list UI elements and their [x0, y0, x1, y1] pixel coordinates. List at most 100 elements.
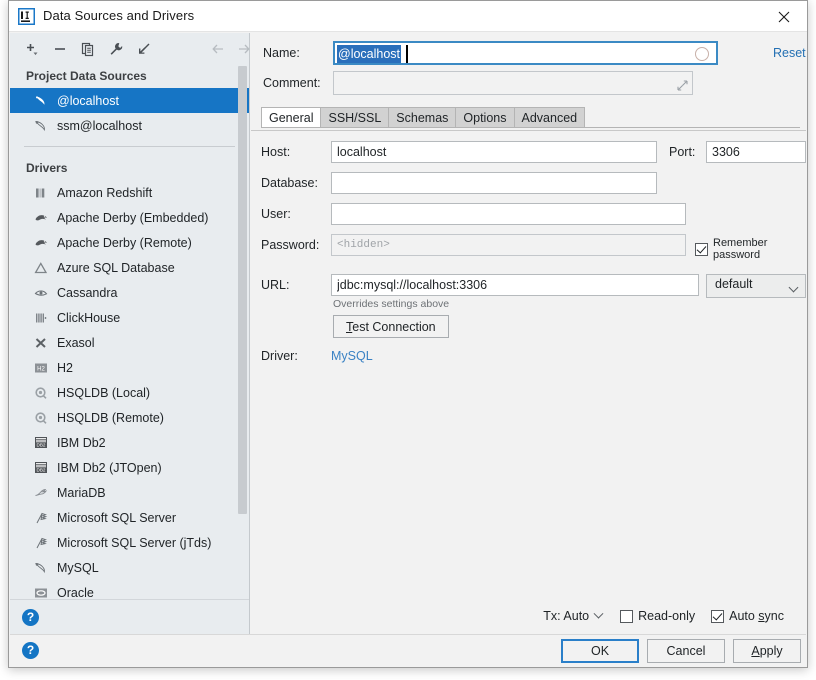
driver-item-ibm-db2-jtopen[interactable]: DB2 IBM Db2 (JTOpen)	[10, 455, 249, 480]
driver-item-apache-derby-embedded[interactable]: Apache Derby (Embedded)	[10, 205, 249, 230]
password-label: Password:	[261, 238, 320, 252]
url-mode-value: default	[715, 277, 753, 291]
test-connection-button[interactable]: Test Connection	[333, 315, 449, 338]
driver-item-hsqldb-remote[interactable]: HSQLDB (Remote)	[10, 405, 249, 430]
user-input[interactable]	[331, 203, 686, 225]
transaction-mode-select[interactable]: Tx: Auto	[543, 608, 604, 623]
sidebar-item-localhost[interactable]: @localhost	[10, 88, 249, 113]
derby-icon	[32, 210, 50, 226]
driver-label: Apache Derby (Embedded)	[57, 210, 209, 225]
sidebar-divider	[24, 146, 235, 147]
driver-item-hsqldb-local[interactable]: HSQLDB (Local)	[10, 380, 249, 405]
mariadb-seal-icon	[32, 485, 50, 501]
sidebar-item-label: ssm@localhost	[57, 118, 142, 133]
user-label: User:	[261, 207, 291, 221]
comment-label: Comment:	[263, 76, 321, 90]
mssql-icon	[32, 535, 50, 551]
hsqldb-icon	[32, 385, 50, 401]
close-icon[interactable]	[761, 1, 807, 32]
driver-item-clickhouse[interactable]: ClickHouse	[10, 305, 249, 330]
url-mode-select[interactable]: default	[706, 274, 806, 298]
svg-text:DB2: DB2	[37, 443, 46, 448]
database-label: Database:	[261, 176, 318, 190]
tab-ssh-ssl[interactable]: SSH/SSL	[320, 107, 390, 128]
sidebar-scrollbar-thumb[interactable]	[238, 66, 247, 514]
tab-advanced[interactable]: Advanced	[513, 107, 586, 128]
host-input[interactable]	[331, 141, 657, 163]
driver-item-ibm-db2[interactable]: DB2 IBM Db2	[10, 430, 249, 455]
db2-icon: DB2	[32, 460, 50, 476]
wrench-icon[interactable]	[106, 39, 126, 59]
intellij-idea-icon	[18, 8, 35, 25]
redshift-icon	[32, 185, 50, 201]
sidebar: Project Data Sources @localhost ssm@loca…	[10, 33, 250, 635]
back-button[interactable]	[208, 39, 228, 59]
remember-password-checkbox[interactable]: Remember password	[695, 237, 806, 261]
test-connection-label: est Connection	[352, 320, 436, 334]
driver-item-azure-sql-database[interactable]: Azure SQL Database	[10, 255, 249, 280]
driver-item-microsoft-sql-server-jtds[interactable]: Microsoft SQL Server (jTds)	[10, 530, 249, 555]
svg-text:DB2: DB2	[37, 468, 46, 473]
apply-button[interactable]: Apply	[733, 639, 801, 663]
auto-sync-checkbox[interactable]: Auto sync	[711, 609, 784, 623]
db2-icon: DB2	[32, 435, 50, 451]
driver-item-exasol[interactable]: Exasol	[10, 330, 249, 355]
help-icon[interactable]: ?	[22, 642, 39, 659]
mysql-dolphin-icon	[32, 93, 50, 109]
driver-item-apache-derby-remote[interactable]: Apache Derby (Remote)	[10, 230, 249, 255]
driver-label: Microsoft SQL Server (jTds)	[57, 535, 212, 550]
driver-item-mysql[interactable]: MySQL	[10, 555, 249, 580]
driver-item-microsoft-sql-server[interactable]: Microsoft SQL Server	[10, 505, 249, 530]
tab-schemas[interactable]: Schemas	[388, 107, 457, 128]
h2-icon: H2	[32, 360, 50, 376]
checkbox-box	[711, 609, 725, 623]
cancel-button[interactable]: Cancel	[647, 639, 725, 663]
driver-item-oracle[interactable]: Oracle	[10, 580, 249, 599]
port-label: Port:	[669, 145, 696, 159]
import-arrow-icon[interactable]	[134, 39, 154, 59]
driver-label: H2	[57, 360, 73, 375]
driver-label: Oracle	[57, 585, 94, 600]
reset-link[interactable]: Reset	[773, 46, 806, 60]
sidebar-item-ssm-localhost[interactable]: ssm@localhost	[10, 113, 249, 138]
password-input[interactable]: <hidden>	[331, 234, 686, 256]
url-label: URL:	[261, 278, 290, 292]
driver-item-cassandra[interactable]: Cassandra	[10, 280, 249, 305]
driver-link[interactable]: MySQL	[331, 349, 373, 363]
driver-label: Azure SQL Database	[57, 260, 175, 275]
sidebar-footer: ?	[10, 599, 249, 635]
driver-label: Exasol	[57, 335, 95, 350]
name-input[interactable]: @localhost	[333, 41, 718, 65]
exasol-x-icon	[32, 335, 50, 351]
help-icon[interactable]: ?	[22, 609, 39, 626]
driver-label: Microsoft SQL Server	[57, 510, 177, 525]
driver-label: Amazon Redshift	[57, 185, 153, 200]
driver-label: IBM Db2 (JTOpen)	[57, 460, 162, 475]
copy-button[interactable]	[78, 39, 98, 59]
details-panel: Name: @localhost Reset Comment: General …	[251, 33, 806, 635]
driver-label: MariaDB	[57, 485, 106, 500]
tab-options[interactable]: Options	[455, 107, 515, 128]
read-only-checkbox[interactable]: Read-only	[620, 609, 695, 623]
comment-input[interactable]	[333, 71, 693, 95]
name-input-value: @localhost	[337, 45, 402, 63]
cassandra-eye-icon	[32, 285, 50, 301]
driver-item-h2[interactable]: H2 H2	[10, 355, 249, 380]
driver-label: MySQL	[57, 560, 99, 575]
remove-button[interactable]	[50, 39, 70, 59]
transaction-mode-label: Tx: Auto	[543, 609, 590, 623]
expand-icon[interactable]	[677, 80, 688, 91]
url-input[interactable]	[331, 274, 699, 296]
driver-label: IBM Db2	[57, 435, 106, 450]
add-button[interactable]	[22, 39, 42, 59]
ok-button[interactable]: OK	[561, 639, 639, 663]
mysql-dolphin-icon	[32, 118, 50, 134]
driver-item-amazon-redshift[interactable]: Amazon Redshift	[10, 180, 249, 205]
remember-password-label: Remember password	[713, 237, 768, 261]
chevron-down-icon	[593, 608, 604, 619]
port-input[interactable]	[706, 141, 806, 163]
database-input[interactable]	[331, 172, 657, 194]
tab-general[interactable]: General	[261, 107, 322, 128]
driver-item-mariadb[interactable]: MariaDB	[10, 480, 249, 505]
sidebar-item-label: @localhost	[57, 93, 120, 108]
